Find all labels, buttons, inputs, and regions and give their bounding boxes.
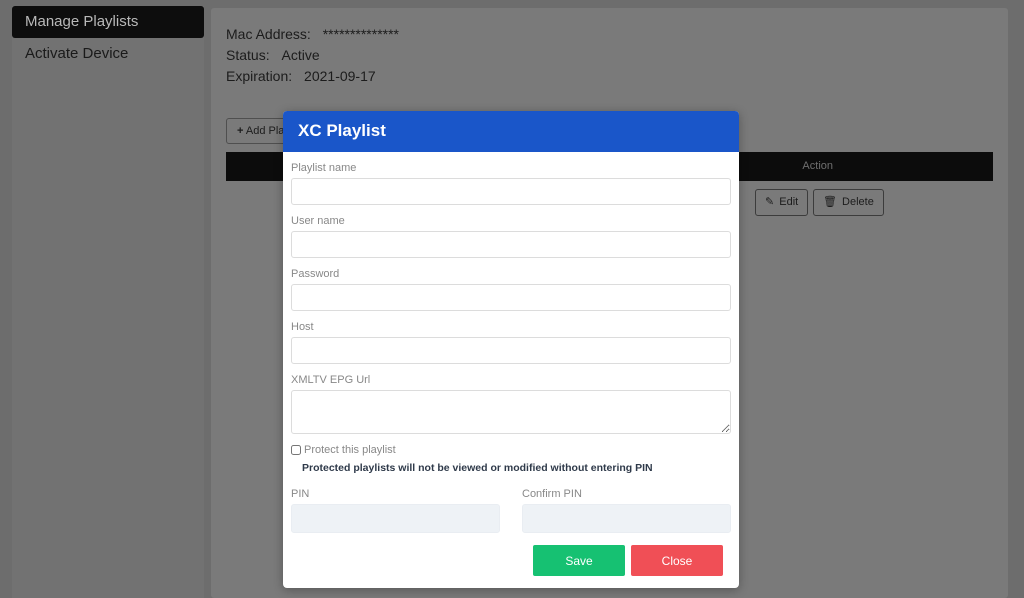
pin-column: PIN <box>291 481 500 533</box>
modal-title: XC Playlist <box>298 121 386 140</box>
playlist-name-input[interactable] <box>291 178 731 205</box>
sidebar-item-manage-playlists[interactable]: Manage Playlists <box>12 6 204 38</box>
status-row: Status: Active <box>226 45 399 66</box>
device-info: Mac Address: ************** Status: Acti… <box>226 24 399 87</box>
password-label: Password <box>291 268 340 280</box>
save-button[interactable]: Save <box>533 545 625 576</box>
expiration-value: 2021-09-17 <box>304 68 376 84</box>
mac-address-label: Mac Address: <box>226 26 311 42</box>
trash-icon: 🗑 <box>823 196 837 208</box>
delete-button[interactable]: 🗑 Delete <box>813 189 884 216</box>
edit-icon: ✎ <box>765 196 775 208</box>
add-playlist-label: Add Pla <box>245 125 285 137</box>
expiration-row: Expiration: 2021-09-17 <box>226 66 399 87</box>
modal-header: XC Playlist <box>283 111 739 152</box>
sidebar: Manage Playlists Activate Device <box>12 6 204 598</box>
mac-address-value: ************** <box>322 26 399 42</box>
edit-label: Edit <box>779 196 799 208</box>
mac-address-row: Mac Address: ************** <box>226 24 399 45</box>
protect-playlist-checkbox[interactable] <box>291 445 301 455</box>
sidebar-item-activate-device[interactable]: Activate Device <box>12 38 204 70</box>
user-name-input[interactable] <box>291 231 731 258</box>
edit-button[interactable]: ✎ Edit <box>755 189 809 216</box>
host-label: Host <box>291 321 314 333</box>
confirm-pin-column: Confirm PIN <box>522 481 731 533</box>
epg-url-label: XMLTV EPG Url <box>291 374 371 386</box>
status-label: Status: <box>226 47 270 63</box>
user-name-label: User name <box>291 215 345 227</box>
plus-icon: + <box>237 125 244 137</box>
close-button[interactable]: Close <box>631 545 723 576</box>
action-column-header: Action <box>802 160 833 172</box>
host-input[interactable] <box>291 337 731 364</box>
expiration-label: Expiration: <box>226 68 293 84</box>
protect-playlist-row[interactable]: Protect this playlist <box>291 443 731 457</box>
modal-body: Playlist name User name Password Host XM… <box>283 161 739 576</box>
sidebar-item-label: Activate Device <box>25 45 129 62</box>
pin-fields: PIN Confirm PIN <box>291 481 731 533</box>
status-value: Active <box>281 47 320 63</box>
delete-label: Delete <box>842 196 874 208</box>
confirm-pin-input[interactable] <box>522 504 731 533</box>
confirm-pin-label: Confirm PIN <box>522 488 582 500</box>
playlist-name-label: Playlist name <box>291 162 357 174</box>
protect-playlist-label: Protect this playlist <box>304 444 396 456</box>
epg-url-textarea[interactable] <box>291 390 731 434</box>
sidebar-item-label: Manage Playlists <box>25 13 139 30</box>
xc-playlist-modal: XC Playlist Playlist name User name Pass… <box>283 111 739 588</box>
protect-note: Protected playlists will not be viewed o… <box>302 462 653 474</box>
modal-actions: Save Close <box>291 545 731 576</box>
password-input[interactable] <box>291 284 731 311</box>
pin-label: PIN <box>291 488 310 500</box>
pin-input[interactable] <box>291 504 500 533</box>
